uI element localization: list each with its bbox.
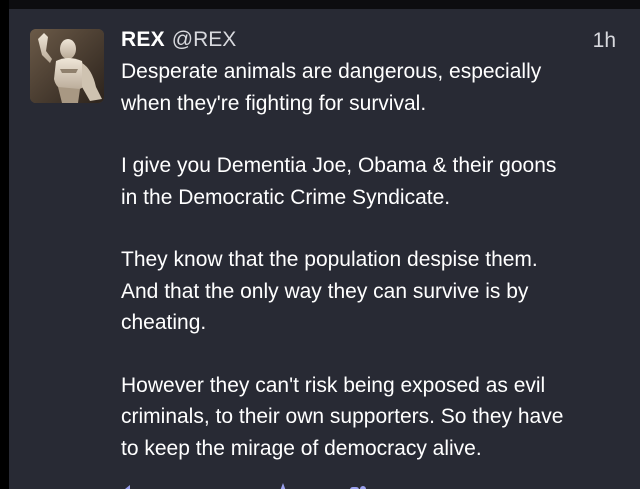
boost-icon [193,479,225,489]
text-line: They know that the population despise th… [121,248,538,271]
account-handle[interactable]: @REX [172,28,237,52]
favourite-icon [280,483,286,489]
reply-button[interactable] [117,479,149,489]
paragraph: They know that the population despise th… [121,244,621,339]
text-line: And that the only way they can survive i… [121,279,529,303]
text-line: when they're fighting for survival. [121,91,427,115]
timestamp[interactable]: 1h [593,29,616,53]
avatar[interactable] [30,29,104,103]
paragraph: I give you Dementia Joe, Obama & their g… [121,150,621,213]
status-card[interactable]: REX @REX 1h Desperate animals are danger… [9,9,640,489]
bookmark-icon [350,486,366,489]
favourite-button[interactable] [267,479,299,489]
paragraph: However they can't risk being exposed as… [121,370,621,465]
more-button[interactable] [407,479,439,489]
text-line: Desperate animals are dangerous, especia… [121,60,542,83]
display-name[interactable]: REX [121,28,165,52]
text-line: criminals, to their own supporters. So t… [121,405,564,428]
text-line: to keep the mirage of democracy alive. [121,436,482,460]
status-header: REX @REX 1h [121,25,616,55]
paragraph: Desperate animals are dangerous, especia… [121,56,621,119]
text-line: However they can't risk being exposed as… [121,373,546,397]
boost-button[interactable] [193,479,225,489]
bookmark-button[interactable] [337,479,369,489]
statue-avatar-image [30,29,104,103]
more-icon [407,479,439,489]
reply-icon [125,485,130,489]
text-line: cheating. [121,311,207,334]
text-line: in the Democratic Crime Syndicate. [121,185,451,209]
status-content: Desperate animals are dangerous, especia… [121,56,621,464]
action-bar [117,479,447,489]
text-line: I give you Dementia Joe, Obama & their g… [121,154,557,177]
top-edge [9,0,640,9]
